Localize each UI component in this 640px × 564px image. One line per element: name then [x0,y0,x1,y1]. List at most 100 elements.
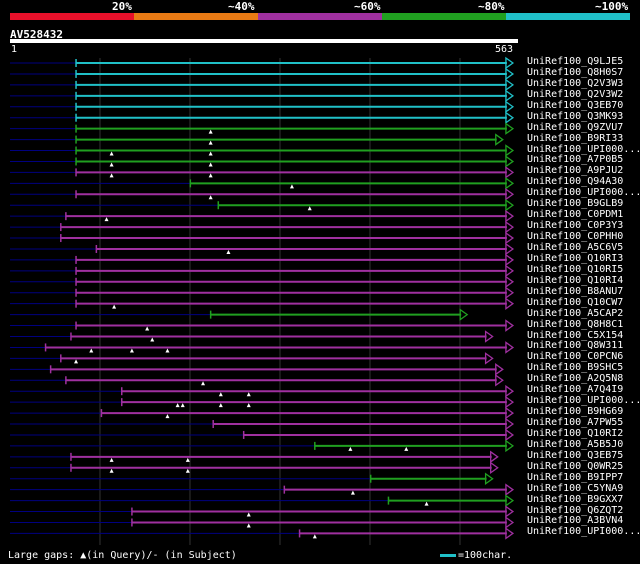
hit-arrow-icon [505,56,515,70]
query-gap-marker-icon [208,140,213,145]
hit-arrow-icon [484,330,494,343]
hit-label[interactable]: UniRef100_Q10RI5 [527,264,623,275]
query-gap-marker-icon [145,326,150,331]
query-gap-marker-icon [289,184,294,189]
scale-legend-text: =100char. [458,550,513,561]
hit-label[interactable]: UniRef100_Q8H8C1 [527,319,623,330]
hit-arrow-icon [505,428,515,442]
hit-label[interactable]: UniRef100_B9IPP7 [527,472,623,483]
query-gap-marker-icon [246,392,251,397]
hit-label[interactable]: UniRef100_Q94A30 [527,176,623,187]
hit-arrow-icon [495,133,504,146]
query-gap-marker-icon [246,403,251,408]
hit-arrow-icon [505,439,515,453]
hit-label[interactable]: UniRef100_UPI000... [527,526,640,537]
query-gap-marker-icon [175,403,180,408]
hit-label[interactable]: UniRef100_Q3EB70 [527,100,623,111]
query-gap-marker-icon [348,446,353,451]
hit-label[interactable]: UniRef100_B9GXX7 [527,494,623,505]
hit-label[interactable]: UniRef100_Q10RI2 [527,428,623,439]
query-gap-marker-icon [109,162,114,167]
hit-label[interactable]: UniRef100_UPI000... [527,187,640,198]
hit-label[interactable]: UniRef100_Q2V3W3 [527,78,623,89]
hit-label[interactable]: UniRef100_B9SHC5 [527,362,623,373]
hit-label[interactable]: UniRef100_UPI000... [527,144,640,155]
hit-label[interactable]: UniRef100_Q10RI4 [527,275,623,286]
hit-label[interactable]: UniRef100_C5X154 [527,330,623,341]
hit-label[interactable]: UniRef100_B9RI33 [527,133,623,144]
hit-label[interactable]: UniRef100_A7Q4I9 [527,384,623,395]
query-gap-marker-icon [350,490,355,495]
query-gap-marker-icon [312,534,317,539]
query-gap-marker-icon [208,195,213,200]
hit-label[interactable]: UniRef100_A7P0B5 [527,154,623,165]
hit-arrow-icon [505,483,515,496]
hit-label[interactable]: UniRef100_Q8H0S7 [527,67,623,78]
query-gap-marker-icon [109,173,114,178]
hit-label[interactable]: UniRef100_C0PHH0 [527,231,623,242]
query-gap-marker-icon [226,249,231,254]
hit-label[interactable]: UniRef100_B9GLB9 [527,198,623,209]
hit-arrow-icon [505,406,515,420]
query-gap-marker-icon [185,468,190,473]
hit-arrow-icon [505,231,515,245]
hit-label[interactable]: UniRef100_Q9ZVU7 [527,122,623,133]
query-gap-marker-icon [165,348,170,353]
hit-label[interactable]: UniRef100_A3BVN4 [527,515,623,526]
hit-arrow-icon [505,341,515,354]
hit-arrow-icon [490,461,499,475]
hit-arrow-icon [505,78,515,92]
hit-label[interactable]: UniRef100_Q10CW7 [527,297,623,308]
scale-legend-bar [440,553,456,557]
hit-arrow-icon [505,111,515,124]
query-gap-marker-icon [218,392,223,397]
query-gap-marker-icon [201,381,206,386]
hit-arrow-icon [505,220,515,234]
hit-arrow-icon [505,319,515,332]
hit-label[interactable]: UniRef100_A7PW55 [527,417,623,428]
hit-label[interactable]: UniRef100_A5C6V5 [527,242,623,253]
query-gap-marker-icon [180,403,185,408]
hit-arrow-icon [505,384,515,398]
query-gap-marker-icon [150,337,155,342]
hit-label[interactable]: UniRef100_Q3EB75 [527,450,623,461]
hit-label[interactable]: UniRef100_C5YNA9 [527,483,623,494]
query-gap-marker-icon [165,414,170,419]
hit-label[interactable]: UniRef100_C0PCN6 [527,351,623,362]
query-gap-marker-icon [89,348,94,353]
hit-label[interactable]: UniRef100_A5CAP2 [527,308,623,319]
query-gap-marker-icon [208,162,213,167]
hit-label[interactable]: UniRef100_A2Q5N8 [527,373,623,384]
hit-arrow-icon [505,527,515,540]
hit-arrow-icon [495,363,504,376]
hit-arrow-icon [505,155,515,168]
hit-label[interactable]: UniRef100_UPI000... [527,395,640,406]
hit-label[interactable]: UniRef100_Q3MK93 [527,111,623,122]
hit-label[interactable]: UniRef100_B8ANU7 [527,286,623,297]
hit-label[interactable]: UniRef100_Q0WR25 [527,461,623,472]
hit-label[interactable]: UniRef100_Q10RI3 [527,253,623,264]
hit-label[interactable]: UniRef100_B9HG69 [527,406,623,417]
hit-label[interactable]: UniRef100_Q8W311 [527,340,623,351]
hit-label[interactable]: UniRef100_Q6ZQT2 [527,505,623,516]
hit-label[interactable]: UniRef100_C0P3Y3 [527,220,623,231]
hit-label[interactable]: UniRef100_Q9LJE5 [527,56,623,67]
hit-arrow-icon [484,352,494,365]
hit-arrow-icon [505,89,515,103]
hit-label[interactable]: UniRef100_Q2V3W2 [527,89,623,100]
query-gap-marker-icon [208,173,213,178]
hit-arrow-icon [459,308,469,321]
hit-arrow-icon [505,286,515,300]
hit-arrow-icon [505,177,515,190]
query-gap-marker-icon [208,129,213,134]
scale-legend: =100char. [440,550,512,561]
hit-label[interactable]: UniRef100_A9PJU2 [527,165,623,176]
query-gap-marker-icon [129,348,134,353]
hit-label[interactable]: UniRef100_C0PDM1 [527,209,623,220]
hit-arrow-icon [505,264,515,278]
query-gap-marker-icon [109,457,114,462]
hit-label[interactable]: UniRef100_A5B5J0 [527,439,623,450]
hit-arrow-icon [505,67,515,81]
query-gap-marker-icon [404,446,409,451]
hit-arrow-icon [505,209,515,223]
